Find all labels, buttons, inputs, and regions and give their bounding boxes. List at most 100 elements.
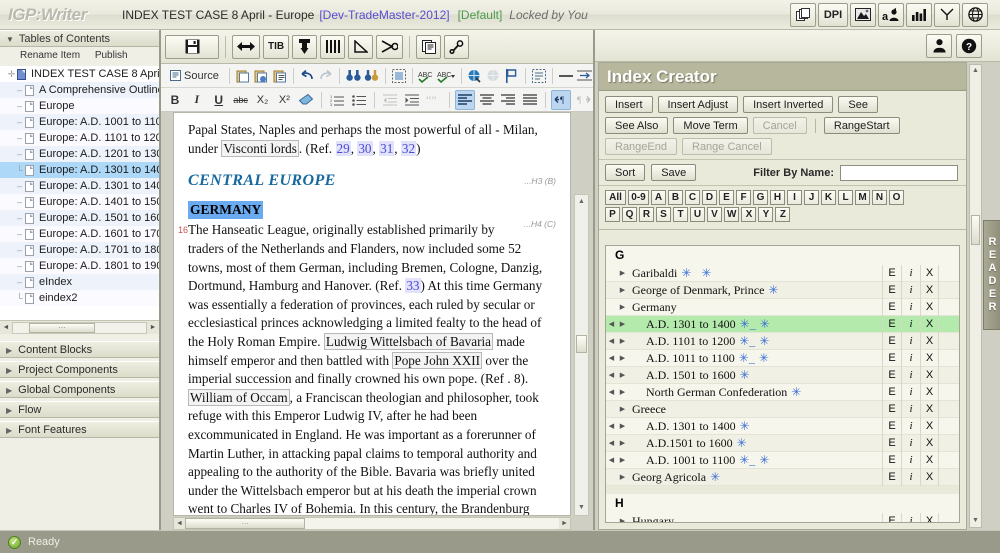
spellcheck-icon[interactable]: ABC	[418, 66, 435, 86]
scroll-left-icon[interactable]: ◄	[0, 324, 12, 331]
scroll-thumb[interactable]: ⋯	[29, 322, 95, 333]
globe-link-icon[interactable]	[466, 66, 483, 86]
dpi-icon[interactable]: DPI	[818, 2, 848, 27]
delete-cell[interactable]: X	[920, 468, 939, 486]
scroll-down-icon[interactable]: ▼	[575, 501, 588, 515]
edit-cell[interactable]: E	[882, 366, 901, 384]
collapse-arrow-icon[interactable]: ◀	[606, 337, 617, 345]
range-start-button[interactable]: RangeStart	[823, 117, 900, 134]
index-panel-scrollbar[interactable]: ▲ ▼	[969, 64, 982, 528]
delete-cell[interactable]: X	[920, 383, 939, 401]
tree-item[interactable]: └ eindex2	[0, 290, 159, 306]
expander-icon[interactable]: ✛	[6, 66, 17, 82]
scroll-down-icon[interactable]: ▼	[970, 515, 981, 527]
toc-horizontal-scrollbar[interactable]: ◄ ⋯ ►	[0, 320, 159, 334]
save-button[interactable]	[165, 34, 219, 59]
tree-item[interactable]: – Europe: A.D. 1801 to 1900	[0, 258, 159, 274]
scroll-thumb[interactable]	[576, 335, 587, 353]
tree-item[interactable]: – Europe	[0, 98, 159, 114]
collapse-arrow-icon[interactable]: ◀	[606, 388, 617, 396]
toc-section-header[interactable]: ▼ Tables of Contents	[0, 30, 159, 47]
alpha-button-z[interactable]: Z	[775, 207, 791, 222]
tree-item[interactable]: – Europe: A.D. 1401 to 1500	[0, 194, 159, 210]
see-button[interactable]: See	[838, 96, 878, 113]
index-row[interactable]: ▶ Hungary E i X	[606, 512, 959, 522]
sidebar-item-content-blocks[interactable]: ▶ Content Blocks	[0, 341, 159, 358]
alpha-button-k[interactable]: K	[821, 190, 836, 205]
strikethrough-button[interactable]: abc	[231, 90, 251, 110]
locator-star-icon[interactable]: ✳	[740, 419, 750, 433]
tib-button[interactable]: TIB	[263, 34, 290, 59]
index-entry-list[interactable]: G ▶ Garibaldi ✳ ✳ E i X ▶ George of Denmar…	[605, 245, 960, 523]
sidebar-item-font-features[interactable]: ▶ Font Features	[0, 421, 159, 438]
index-row[interactable]: ▶ Georg Agricola ✳ E i X	[606, 468, 959, 486]
index-row-selected[interactable]: ◀ ▶ A.D. 1301 to 1400 ✳_ ✳ E i X	[606, 315, 959, 333]
superscript-button[interactable]: X²	[274, 90, 294, 110]
alpha-button-v[interactable]: V	[707, 207, 722, 222]
alpha-button-b[interactable]: B	[668, 190, 683, 205]
edit-cell[interactable]: E	[882, 451, 901, 469]
reference-33[interactable]: 33	[405, 278, 421, 294]
reference-31[interactable]: 31	[379, 140, 395, 156]
delete-cell[interactable]: X	[920, 451, 939, 469]
alpha-button-l[interactable]: L	[838, 190, 853, 205]
alpha-button-i[interactable]: I	[787, 190, 802, 205]
undo-icon[interactable]	[299, 66, 316, 86]
edit-cell[interactable]: E	[882, 383, 901, 401]
alpha-button-p[interactable]: P	[605, 207, 620, 222]
alpha-button-s[interactable]: S	[656, 207, 671, 222]
image-icon[interactable]	[850, 2, 876, 27]
edit-cell[interactable]: E	[882, 417, 901, 435]
alpha-button-y[interactable]: Y	[758, 207, 774, 222]
expand-arrow-icon[interactable]: ▶	[617, 303, 628, 311]
alpha-button-j[interactable]: J	[804, 190, 819, 205]
chain-link-icon[interactable]	[444, 34, 470, 59]
scroll-thumb[interactable]	[971, 215, 980, 245]
locator-star-icon[interactable]: ✳	[740, 368, 750, 382]
alpha-button-a[interactable]: A	[651, 190, 666, 205]
tree-item[interactable]: – Europe: A.D. 1601 to 1700	[0, 226, 159, 242]
delete-cell[interactable]: X	[920, 417, 939, 435]
align-justify-button[interactable]	[520, 90, 540, 110]
scroll-right-icon[interactable]: ►	[559, 520, 570, 527]
edit-cell[interactable]: E	[882, 512, 901, 522]
scroll-track[interactable]: ⋯	[12, 321, 147, 334]
locator-star-icon[interactable]: ✳	[739, 351, 749, 365]
index-row[interactable]: ◀ ▶ A.D. 1101 to 1200 ✳_ ✳ E i X	[606, 332, 959, 350]
tree-item[interactable]: – Europe: A.D. 1301 to 1400	[0, 178, 159, 194]
delete-cell[interactable]: X	[920, 400, 939, 418]
delete-cell[interactable]: X	[920, 366, 939, 384]
alpha-button-g[interactable]: G	[753, 190, 768, 205]
expand-arrow-icon[interactable]: ▶	[617, 354, 628, 362]
alpha-button-c[interactable]: C	[685, 190, 700, 205]
align-center-button[interactable]	[477, 90, 497, 110]
insert-inverted-button[interactable]: Insert Inverted	[743, 96, 834, 113]
italic-cell[interactable]: i	[901, 349, 920, 367]
horizontal-rule-icon[interactable]	[558, 66, 575, 86]
flag-icon[interactable]	[503, 66, 520, 86]
italic-cell[interactable]: i	[901, 417, 920, 435]
tree-item-selected[interactable]: └ Europe: A.D. 1301 to 1400	[0, 162, 159, 178]
document-page[interactable]: Papal States, Naples and perhaps the mos…	[173, 112, 571, 516]
tree-item[interactable]: – Europe: A.D. 1501 to 1600	[0, 210, 159, 226]
alpha-button-e[interactable]: E	[719, 190, 734, 205]
scroll-up-icon[interactable]: ▲	[575, 195, 588, 209]
expand-arrow-icon[interactable]: ▶	[617, 517, 628, 522]
alpha-button-f[interactable]: F	[736, 190, 751, 205]
select-all-icon[interactable]	[391, 66, 408, 86]
italic-cell[interactable]: i	[901, 468, 920, 486]
scroll-thumb[interactable]: ⋯	[185, 518, 305, 529]
index-row[interactable]: ◀ ▶ A.D.1501 to 1600 ✳ E i X	[606, 434, 959, 452]
align-left-button[interactable]	[454, 89, 475, 110]
alpha-button-n[interactable]: N	[872, 190, 887, 205]
index-row[interactable]: ◀ ▶ A.D. 1501 to 1600 ✳ E i X	[606, 366, 959, 384]
document-horizontal-scrollbar[interactable]: ◄ ⋯ ►	[173, 517, 571, 530]
collapse-arrow-icon[interactable]: ◀	[606, 371, 617, 379]
scissors-icon[interactable]	[376, 34, 404, 59]
index-row[interactable]: ▶ Garibaldi ✳ ✳ E i X	[606, 264, 959, 282]
underline-button[interactable]: U	[209, 90, 229, 110]
reader-tab[interactable]: READER	[983, 220, 1000, 330]
edit-cell[interactable]: E	[882, 315, 901, 333]
sidebar-item-global-components[interactable]: ▶ Global Components	[0, 381, 159, 398]
collapse-arrow-icon[interactable]: ◀	[606, 354, 617, 362]
